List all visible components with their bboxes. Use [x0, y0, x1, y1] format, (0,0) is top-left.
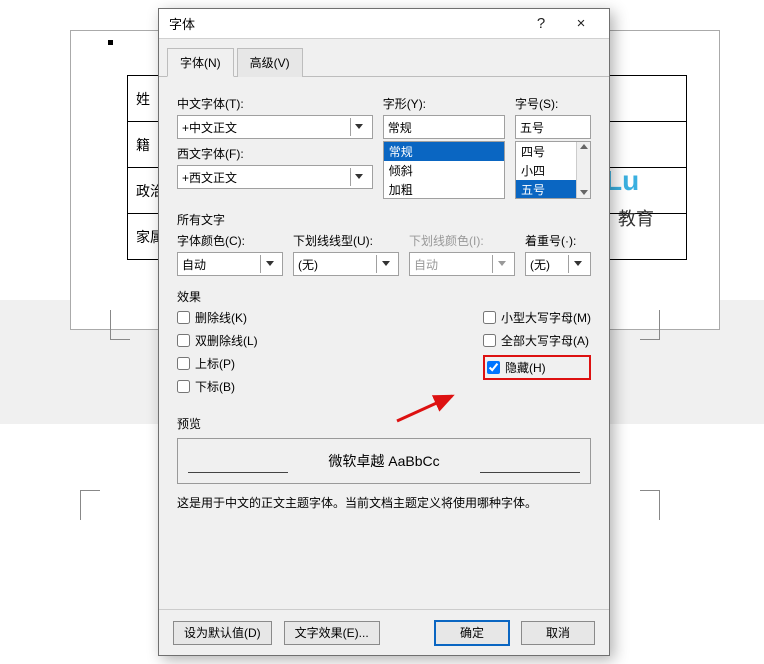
underline-style-combo[interactable]: (无) — [293, 252, 399, 276]
tab-strip: 字体(N) 高级(V) — [159, 39, 609, 77]
list-item[interactable]: 倾斜 — [384, 161, 504, 180]
tab-font[interactable]: 字体(N) — [167, 48, 234, 77]
button-bar: 设为默认值(D) 文字效果(E)... 确定 取消 — [159, 609, 609, 655]
watermark-logo: Lu — [605, 165, 639, 197]
chevron-down-icon — [568, 255, 586, 273]
size-listbox[interactable]: 四号 小四 五号 — [515, 141, 591, 199]
list-item[interactable]: 常规 — [384, 142, 504, 161]
checkbox-subscript[interactable]: 下标(B) — [177, 378, 258, 395]
checkbox-hidden[interactable]: 隐藏(H) — [487, 359, 546, 376]
checkbox-all-caps[interactable]: 全部大写字母(A) — [483, 332, 591, 349]
list-item[interactable]: 加粗 — [384, 180, 504, 199]
size-input[interactable]: 五号 — [515, 115, 591, 139]
chevron-down-icon — [350, 168, 368, 186]
label-cjk-font: 中文字体(T): — [177, 95, 373, 112]
chevron-down-icon — [350, 118, 368, 136]
underline-color-combo: 自动 — [409, 252, 515, 276]
help-button[interactable]: ? — [521, 9, 561, 39]
preview-box: 微软卓越 AaBbCc — [177, 438, 591, 484]
cancel-button[interactable]: 取消 — [521, 621, 595, 645]
ok-button[interactable]: 确定 — [435, 621, 509, 645]
crop-mark — [110, 310, 130, 340]
latin-font-value: +西文正文 — [182, 169, 237, 186]
label-style: 字形(Y): — [383, 95, 505, 112]
style-input[interactable]: 常规 — [383, 115, 505, 139]
emphasis-combo[interactable]: (无) — [525, 252, 591, 276]
chevron-up-icon — [580, 144, 588, 150]
cjk-font-value: +中文正文 — [182, 119, 237, 136]
label-font-color: 字体颜色(C): — [177, 232, 283, 249]
label-emphasis: 着重号(·): — [525, 232, 591, 249]
chevron-down-icon — [492, 255, 510, 273]
doc-bullet — [108, 40, 113, 45]
set-default-button[interactable]: 设为默认值(D) — [173, 621, 272, 645]
label-size: 字号(S): — [515, 95, 591, 112]
checkbox-small-caps[interactable]: 小型大写字母(M) — [483, 309, 591, 326]
font-color-combo[interactable]: 自动 — [177, 252, 283, 276]
checkbox-double-strikethrough[interactable]: 双删除线(L) — [177, 332, 258, 349]
section-all-text: 所有文字 — [177, 211, 591, 228]
label-underline-color: 下划线颜色(I): — [409, 232, 515, 249]
latin-font-combo[interactable]: +西文正文 — [177, 165, 373, 189]
text-effects-button[interactable]: 文字效果(E)... — [284, 621, 380, 645]
chevron-down-icon — [260, 255, 278, 273]
dialog-body: 中文字体(T): +中文正文 西文字体(F): +西文正文 字形(Y): 常规 … — [159, 77, 609, 609]
hint-text: 这是用于中文的正文主题字体。当前文档主题定义将使用哪种字体。 — [177, 494, 591, 511]
font-dialog: 字体 ? × 字体(N) 高级(V) 中文字体(T): +中文正文 西文字体(F… — [158, 8, 610, 656]
close-button[interactable]: × — [561, 9, 601, 39]
scrollbar[interactable] — [576, 142, 590, 198]
chevron-down-icon — [376, 255, 394, 273]
crop-mark — [80, 490, 100, 520]
watermark-text: 教育 — [618, 205, 654, 231]
chevron-down-icon — [580, 190, 588, 196]
dialog-title: 字体 — [169, 14, 521, 33]
crop-mark — [640, 310, 660, 340]
section-effects: 效果 — [177, 288, 591, 305]
label-latin-font: 西文字体(F): — [177, 145, 373, 162]
section-preview: 预览 — [177, 415, 591, 432]
checkbox-superscript[interactable]: 上标(P) — [177, 355, 258, 372]
highlight-annotation: 隐藏(H) — [483, 355, 591, 380]
cjk-font-combo[interactable]: +中文正文 — [177, 115, 373, 139]
preview-text: 微软卓越 AaBbCc — [328, 451, 439, 471]
label-underline-style: 下划线线型(U): — [293, 232, 399, 249]
crop-mark — [640, 490, 660, 520]
titlebar[interactable]: 字体 ? × — [159, 9, 609, 39]
checkbox-strikethrough[interactable]: 删除线(K) — [177, 309, 258, 326]
tab-advanced[interactable]: 高级(V) — [237, 48, 303, 77]
style-listbox[interactable]: 常规 倾斜 加粗 — [383, 141, 505, 199]
